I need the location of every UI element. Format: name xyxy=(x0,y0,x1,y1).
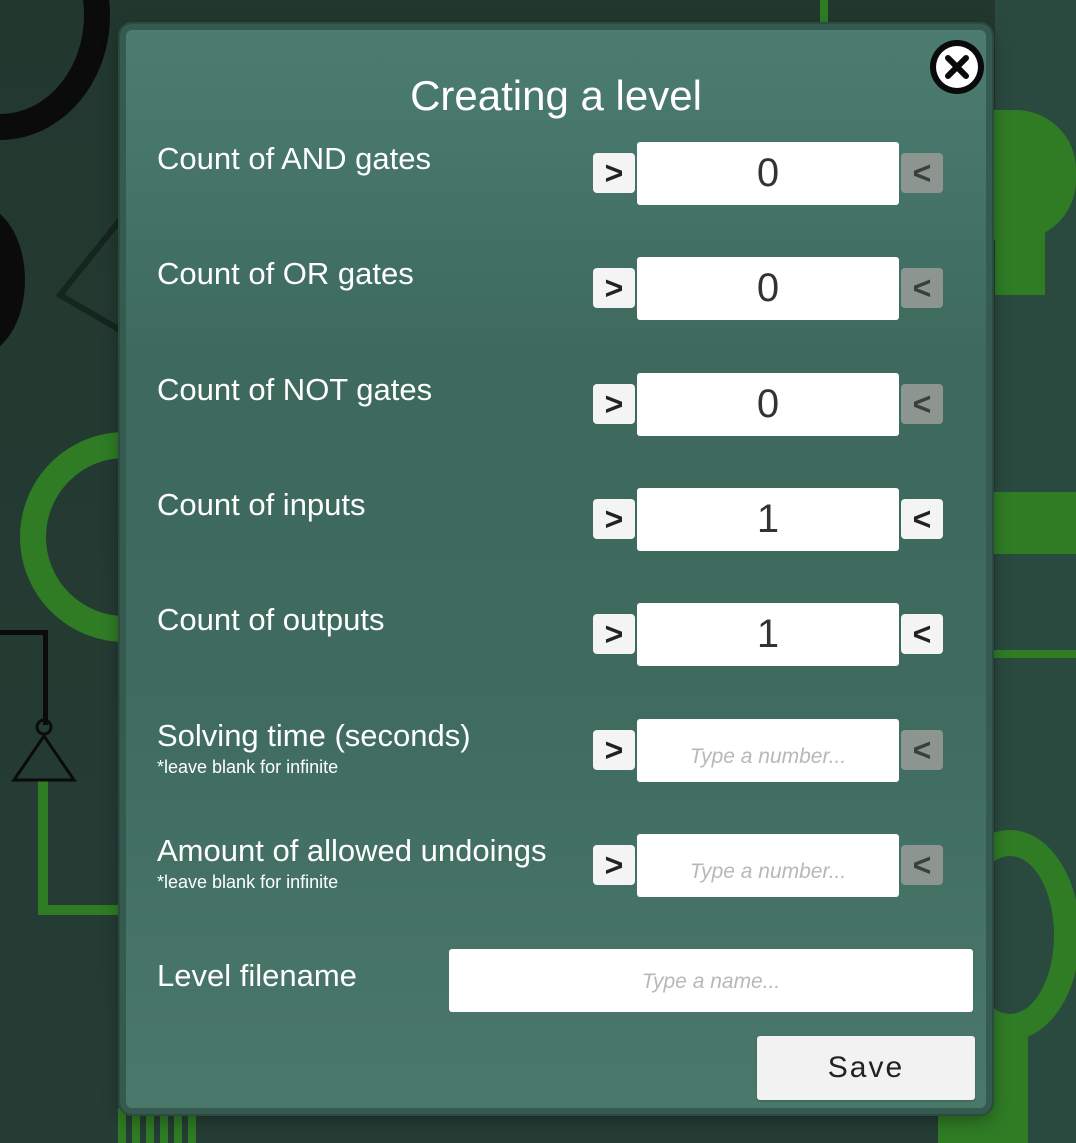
or-gates-label: Count of OR gates xyxy=(157,256,414,291)
increment-button[interactable]: < xyxy=(901,499,943,539)
increment-button[interactable]: < xyxy=(901,614,943,654)
row-undoings: Amount of allowed undoings *leave blank … xyxy=(157,834,977,898)
increment-button[interactable]: < xyxy=(901,730,943,770)
solving-time-label: Solving time (seconds) xyxy=(157,718,471,753)
decrement-button[interactable]: > xyxy=(593,268,635,308)
close-button[interactable] xyxy=(930,40,984,94)
create-level-dialog: Creating a level Count of AND gates > < … xyxy=(120,24,992,1114)
background-wire xyxy=(38,905,128,915)
background-wire xyxy=(993,650,1076,658)
undoings-note: *leave blank for infinite xyxy=(157,872,339,892)
background-shape xyxy=(993,492,1076,554)
and-gates-label: Count of AND gates xyxy=(157,141,431,176)
decrement-button[interactable]: > xyxy=(593,153,635,193)
not-gate-icon xyxy=(11,718,77,782)
filename-label: Level filename xyxy=(157,958,357,993)
background-wire xyxy=(38,780,48,915)
save-button[interactable]: Save xyxy=(757,1036,975,1100)
dialog-title: Creating a level xyxy=(410,72,702,119)
background-shape xyxy=(995,205,1045,295)
increment-button[interactable]: < xyxy=(901,153,943,193)
solving-time-note: *leave blank for infinite xyxy=(157,757,339,777)
row-inputs: Count of inputs > < xyxy=(157,488,977,552)
row-and-gates: Count of AND gates > < xyxy=(157,142,977,206)
decrement-button[interactable]: > xyxy=(593,384,635,424)
background-wire xyxy=(0,630,48,635)
row-solving-time: Solving time (seconds) *leave blank for … xyxy=(157,719,977,783)
decrement-button[interactable]: > xyxy=(593,499,635,539)
outputs-label: Count of outputs xyxy=(157,602,385,637)
row-not-gates: Count of NOT gates > < xyxy=(157,373,977,437)
decrement-button[interactable]: > xyxy=(593,845,635,885)
inputs-count-input[interactable] xyxy=(637,488,899,551)
not-gates-label: Count of NOT gates xyxy=(157,372,433,407)
close-circle-icon xyxy=(936,46,978,88)
row-outputs: Count of outputs > < xyxy=(157,603,977,667)
solving-time-input[interactable] xyxy=(637,719,899,782)
undoings-label: Amount of allowed undoings xyxy=(157,833,547,868)
increment-button[interactable]: < xyxy=(901,268,943,308)
and-gates-input[interactable] xyxy=(637,142,899,205)
or-gates-input[interactable] xyxy=(637,257,899,320)
row-or-gates: Count of OR gates > < xyxy=(157,257,977,321)
not-gates-input[interactable] xyxy=(637,373,899,436)
gate-outline-icon xyxy=(55,218,123,333)
inputs-label: Count of inputs xyxy=(157,487,366,522)
filename-input[interactable] xyxy=(449,949,973,1012)
row-filename: Level filename xyxy=(157,949,977,1013)
increment-button[interactable]: < xyxy=(901,845,943,885)
background-wire xyxy=(43,630,48,725)
increment-button[interactable]: < xyxy=(901,384,943,424)
undoings-input[interactable] xyxy=(637,834,899,897)
outputs-count-input[interactable] xyxy=(637,603,899,666)
decrement-button[interactable]: > xyxy=(593,614,635,654)
decrement-button[interactable]: > xyxy=(593,730,635,770)
